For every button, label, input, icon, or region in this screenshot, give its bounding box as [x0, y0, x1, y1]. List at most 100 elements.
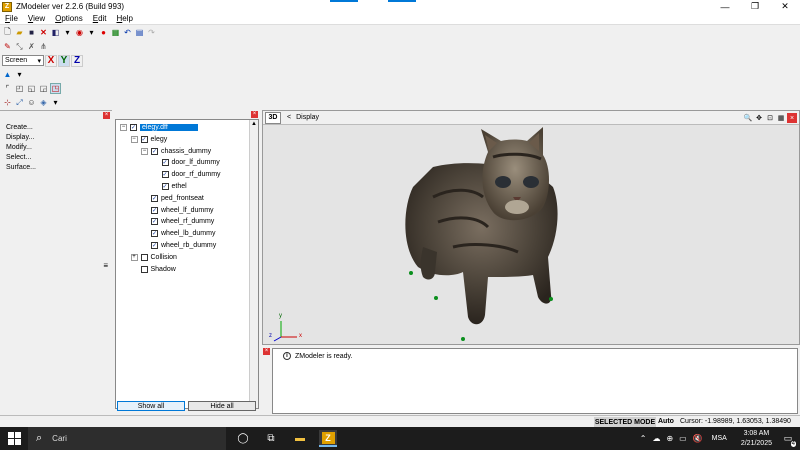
visibility-checkbox[interactable]: [140, 265, 148, 273]
dropdown-arrow-icon[interactable]: ▾: [50, 97, 61, 108]
chevron-up-icon[interactable]: ⌃: [640, 434, 647, 443]
panel-resize-grip[interactable]: ≡: [103, 261, 108, 270]
restore-button[interactable]: ❐: [740, 0, 770, 13]
color-cone-icon[interactable]: ▲: [2, 69, 13, 80]
dropdown-arrow-icon[interactable]: ▾: [62, 27, 73, 38]
visibility-checkbox[interactable]: ✓: [151, 194, 158, 202]
dummy-marker[interactable]: [549, 297, 553, 301]
lasso-tool-icon[interactable]: ⤡: [14, 41, 25, 52]
dummy-marker[interactable]: [461, 337, 465, 341]
console-close-button[interactable]: ×: [263, 348, 270, 355]
hide-all-button[interactable]: Hide all: [188, 401, 256, 411]
new-file-icon[interactable]: 🗋: [2, 27, 13, 38]
menu-file[interactable]: File: [0, 14, 23, 23]
command-panel-close-button[interactable]: ×: [103, 112, 110, 119]
import-icon[interactable]: ◧: [50, 27, 61, 38]
hierarchy-tree[interactable]: ▲ ▼ −✓elegy.dff−✓elegy−✓chassis_dummy✓do…: [115, 119, 259, 409]
task-view-icon[interactable]: ⧉: [262, 430, 280, 447]
taskbar-search[interactable]: ⌕ Cari: [28, 427, 226, 450]
zmodeler-taskbar-icon[interactable]: Z: [319, 430, 337, 447]
dummy-marker[interactable]: [434, 296, 438, 300]
visibility-checkbox[interactable]: ✓: [151, 230, 158, 238]
menu-help[interactable]: Help: [112, 14, 138, 23]
axis-z-button[interactable]: Z: [71, 54, 83, 67]
scale-icon[interactable]: ⤢: [14, 97, 25, 108]
language-indicator[interactable]: MSA: [712, 435, 727, 442]
visibility-checkbox[interactable]: ✓: [151, 218, 158, 226]
axis-x-button[interactable]: X: [45, 54, 57, 67]
edge-mode-icon[interactable]: ◰: [14, 83, 25, 94]
clock[interactable]: 3:08 AM 2/21/2025: [741, 429, 772, 449]
visibility-checkbox[interactable]: ✓: [140, 135, 148, 143]
list-icon[interactable]: ▤: [134, 27, 145, 38]
save-icon[interactable]: ■: [26, 27, 37, 38]
network-icon[interactable]: ⊕: [666, 434, 673, 443]
object-mode-icon[interactable]: ◲: [38, 83, 49, 94]
tree-node[interactable]: − ✓ chassis_dummy: [141, 146, 211, 157]
branch-select-icon[interactable]: ⋔: [38, 41, 49, 52]
cat-3d-model[interactable]: [393, 127, 593, 337]
material-icon[interactable]: ◈: [38, 97, 49, 108]
notification-icon[interactable]: ▭ 4: [780, 431, 796, 447]
pan-icon[interactable]: ✥: [754, 113, 764, 123]
command-modify[interactable]: Modify...: [6, 143, 36, 153]
command-display[interactable]: Display...: [6, 133, 36, 143]
zmodeler-app-icon[interactable]: Z: [2, 1, 12, 12]
console-output[interactable]: i ZModeler is ready.: [272, 348, 798, 414]
visibility-checkbox[interactable]: ✓: [161, 171, 169, 179]
cloud-icon[interactable]: ☁: [652, 434, 660, 443]
tree-node[interactable]: − ✓ elegy.dff: [120, 122, 198, 133]
command-select[interactable]: Select...: [6, 153, 36, 163]
tree-node[interactable]: ✓ door_rf_dummy: [152, 169, 221, 180]
tree-node[interactable]: − ✓ elegy: [130, 134, 167, 145]
delete-icon[interactable]: ✕: [38, 27, 49, 38]
face-mode-icon[interactable]: ◱: [26, 83, 37, 94]
view-mode-dropdown[interactable]: Screen ▾: [2, 55, 44, 66]
tree-node[interactable]: ✓ wheel_rf_dummy: [141, 216, 214, 227]
cross-select-icon[interactable]: ✗: [26, 41, 37, 52]
undo-icon[interactable]: ↶: [122, 27, 133, 38]
scroll-up-icon[interactable]: ▲: [251, 121, 257, 127]
visibility-checkbox[interactable]: [140, 253, 148, 261]
visibility-checkbox[interactable]: ✓: [151, 206, 158, 214]
visibility-checkbox[interactable]: ✓: [161, 183, 169, 190]
tree-node[interactable]: Shadow: [131, 264, 176, 275]
visibility-checkbox[interactable]: ✓: [161, 159, 169, 167]
collapse-icon[interactable]: −: [130, 135, 138, 143]
hierarchy-mode-icon[interactable]: ◳: [50, 83, 61, 94]
menu-options[interactable]: Options: [50, 14, 88, 23]
viewport-back-arrow[interactable]: <: [287, 114, 291, 121]
render-icon[interactable]: ◉: [74, 27, 85, 38]
fit-icon[interactable]: ⊡: [765, 113, 775, 123]
tree-node[interactable]: ✓ wheel_lb_dummy: [141, 228, 215, 239]
volume-icon[interactable]: 🔇: [693, 434, 703, 443]
person-icon[interactable]: ☺: [26, 97, 37, 108]
file-explorer-icon[interactable]: ▬: [291, 430, 309, 447]
minimize-button[interactable]: —: [710, 0, 740, 13]
tree-scrollbar[interactable]: ▲ ▼: [249, 120, 258, 408]
align-icon[interactable]: ⊹: [2, 97, 13, 108]
grid-icon[interactable]: ▦: [776, 113, 786, 123]
windows-start-button[interactable]: [8, 432, 21, 445]
dropdown-arrow-icon[interactable]: ▾: [86, 27, 97, 38]
visibility-checkbox[interactable]: ✓: [130, 124, 137, 131]
auto-indicator[interactable]: Auto: [658, 417, 674, 427]
viewport-mode-button[interactable]: 3D: [265, 111, 281, 124]
tree-node[interactable]: ✓ wheel_lf_dummy: [141, 205, 214, 216]
axis-y-button[interactable]: Y: [58, 54, 70, 67]
monitor-icon[interactable]: ▭: [679, 434, 687, 443]
visibility-checkbox[interactable]: ✓: [151, 147, 158, 155]
collapse-icon[interactable]: −: [120, 124, 127, 131]
vertex-mode-icon[interactable]: ⌜: [2, 83, 13, 94]
tree-node[interactable]: + Collision: [130, 252, 177, 263]
close-icon[interactable]: ×: [787, 113, 797, 123]
tree-node[interactable]: ✓ door_lf_dummy: [152, 157, 220, 168]
tree-node[interactable]: ✓ ethel: [152, 181, 187, 192]
menu-view[interactable]: View: [23, 14, 50, 23]
3d-viewport[interactable]: 3D < Display 🔍 ✥ ⊡ ▦ × y x z: [262, 110, 800, 345]
command-surface[interactable]: Surface...: [6, 163, 36, 173]
dropdown-arrow-icon[interactable]: ▾: [14, 69, 25, 80]
visibility-checkbox[interactable]: ✓: [151, 242, 158, 249]
menu-edit[interactable]: Edit: [88, 14, 112, 23]
tree-node[interactable]: ✓ wheel_rb_dummy: [141, 240, 216, 251]
